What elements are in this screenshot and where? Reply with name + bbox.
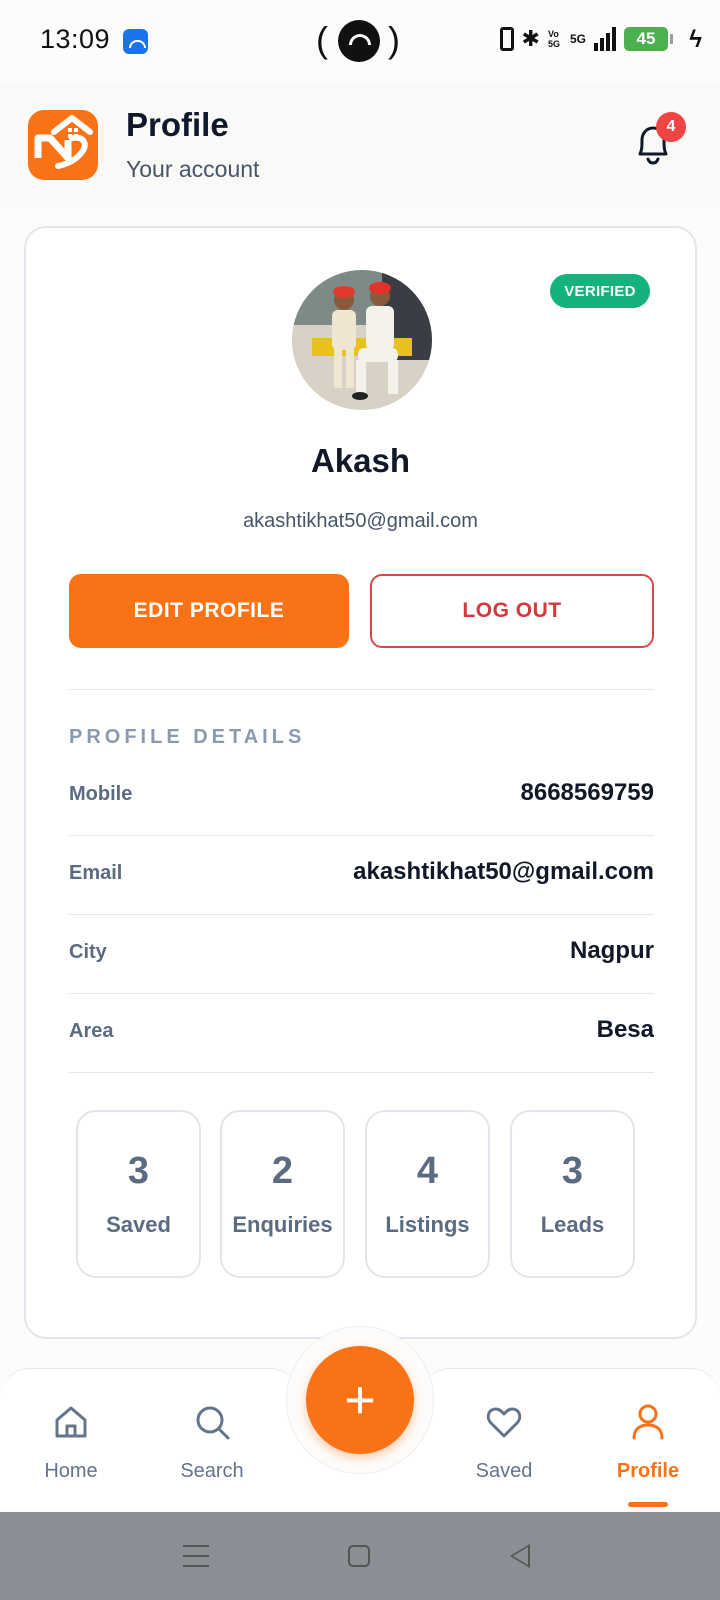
stat-label: Enquiries — [232, 1212, 333, 1237]
active-tab-indicator — [628, 1502, 668, 1507]
detail-label: Email — [69, 862, 123, 884]
nav-search[interactable]: Search — [157, 1402, 267, 1482]
edit-profile-button[interactable]: EDIT PROFILE — [69, 574, 349, 648]
home-icon — [51, 1402, 91, 1442]
heart-icon — [484, 1402, 524, 1442]
profile-name: Akash — [310, 442, 411, 479]
status-icons: ✱ Vo 5G 5G 45 — [499, 26, 673, 52]
stat-count: 4 — [416, 1150, 439, 1192]
volte-label: Vo 5G — [547, 29, 560, 49]
notification-count-badge: 4 — [656, 112, 686, 142]
stat-listings[interactable]: 4 Listings — [365, 1110, 490, 1278]
user-icon — [628, 1402, 668, 1442]
detail-row-area: Area Besa — [69, 994, 654, 1073]
stat-leads[interactable]: 3 Leads — [510, 1110, 635, 1278]
network-label: 5G — [569, 32, 586, 46]
nav-label: Search — [180, 1460, 244, 1482]
stat-count: 3 — [127, 1150, 150, 1192]
detail-value: Nagpur — [570, 937, 654, 964]
nav-profile[interactable]: Profile — [593, 1402, 703, 1482]
stat-count: 3 — [561, 1150, 584, 1192]
stat-label: Leads — [540, 1212, 605, 1237]
profile-card: VERIFIED Akash akashtikhat50@gmail.com E… — [24, 226, 697, 1339]
detail-row-email: Email akashtikhat50@gmail.com — [69, 836, 654, 915]
stat-enquiries[interactable]: 2 Enquiries — [220, 1110, 345, 1278]
stat-label: Listings — [385, 1212, 470, 1237]
logout-button[interactable]: LOG OUT — [370, 574, 654, 648]
detail-label: Mobile — [69, 783, 133, 805]
vibrate-icon — [499, 27, 514, 51]
detail-value: akashtikhat50@gmail.com — [353, 858, 654, 885]
nav-label: Profile — [616, 1460, 680, 1482]
bluetooth-icon: ✱ — [521, 26, 540, 51]
nav-home[interactable]: Home — [16, 1402, 126, 1482]
page-subtitle: Your account — [126, 156, 260, 182]
stat-label: Saved — [106, 1212, 171, 1237]
app-header: Profile Your account — [0, 84, 720, 208]
status-time: 13:09 — [40, 24, 111, 54]
status-bar: 13:09 ( ) ✱ Vo 5G 5G 45 ϟ — [0, 0, 720, 84]
nav-label: Home — [44, 1460, 98, 1482]
detail-label: Area — [69, 1020, 114, 1042]
back-icon[interactable] — [510, 1544, 530, 1568]
recent-apps-icon[interactable] — [183, 1545, 209, 1567]
detail-row-city: City Nagpur — [69, 915, 654, 994]
app-logo — [28, 110, 98, 180]
stat-saved[interactable]: 3 Saved — [76, 1110, 201, 1278]
nav-label: Saved — [475, 1460, 533, 1482]
profile-email: akashtikhat50@gmail.com — [243, 510, 478, 532]
detail-value: Besa — [596, 1016, 654, 1043]
detail-label: City — [69, 941, 107, 963]
detail-row-mobile: Mobile 8668569759 — [69, 757, 654, 836]
battery-icon: 45 — [624, 27, 673, 51]
app-notification-icon — [123, 29, 148, 54]
hotspot-icon: ( ) — [316, 19, 400, 62]
charging-icon: ϟ — [689, 26, 702, 53]
avatar[interactable] — [292, 270, 432, 410]
divider — [69, 689, 654, 690]
section-title: PROFILE DETAILS — [69, 726, 306, 748]
verified-badge: VERIFIED — [550, 274, 650, 308]
page-title: Profile — [126, 106, 229, 143]
search-icon — [192, 1402, 232, 1442]
system-nav-bar — [0, 1512, 720, 1600]
nav-saved[interactable]: Saved — [449, 1402, 559, 1482]
detail-value: 8668569759 — [520, 779, 654, 806]
signal-icon — [594, 27, 616, 51]
add-listing-button[interactable]: + — [306, 1346, 414, 1454]
stat-count: 2 — [271, 1150, 294, 1192]
home-button-icon[interactable] — [348, 1545, 370, 1567]
